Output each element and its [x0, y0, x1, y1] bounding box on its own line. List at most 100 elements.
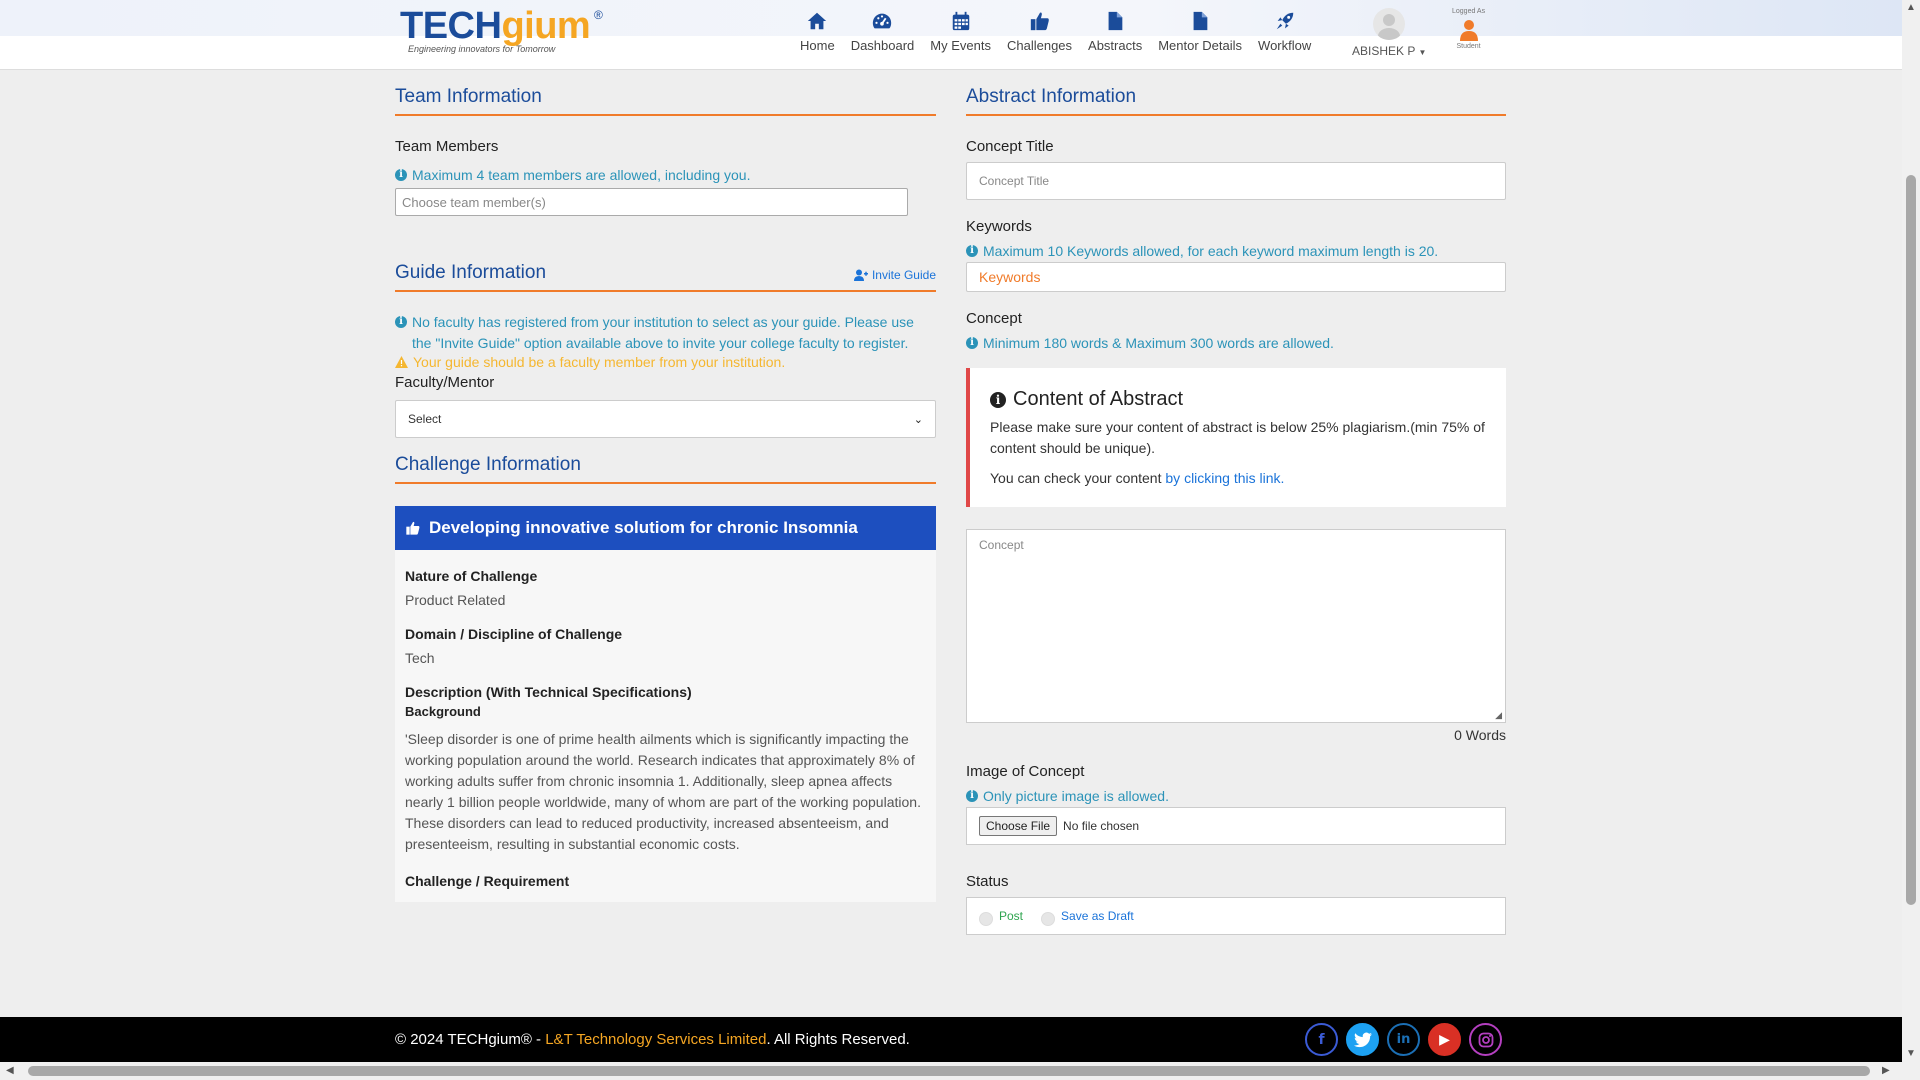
info-icon: i [966, 245, 978, 257]
check-content-text: You can check your content [990, 470, 1166, 486]
background-label: Background [405, 704, 481, 719]
nav-my-events-label: My Events [930, 38, 991, 53]
nav-challenges-label: Challenges [1006, 38, 1073, 53]
nature-of-challenge-value: Product Related [405, 592, 506, 608]
scroll-left-icon[interactable]: ◀ [6, 1065, 14, 1076]
horizontal-scrollbar[interactable]: ◀ ▶ [0, 1062, 1920, 1080]
user-name: ABISHEK P ▼ [1352, 44, 1427, 58]
radio-circle[interactable] [1041, 912, 1056, 926]
team-members-info-text: Maximum 4 team members are allowed, incl… [412, 167, 751, 183]
techgium-logo[interactable]: TECHgium ® Engineering innovators for To… [400, 6, 610, 60]
image-info: i Only picture image is allowed. [966, 786, 1506, 807]
home-icon [808, 12, 827, 30]
calendar-icon [952, 11, 969, 31]
document-icon [1193, 11, 1208, 31]
social-links: f in ▶ [1305, 1023, 1502, 1056]
avatar [1373, 8, 1406, 40]
logo-registered-mark: ® [594, 8, 603, 22]
content-of-abstract-notice: i Content of Abstract Please make sure y… [966, 368, 1506, 507]
warning-icon [395, 356, 408, 368]
keywords-label: Keywords [966, 218, 1032, 235]
right-column: Abstract Information Concept Title Conce… [966, 86, 1506, 935]
image-info-text: Only picture image is allowed. [983, 788, 1169, 804]
nav-abstracts-label: Abstracts [1088, 38, 1143, 53]
guide-information-title: Guide Information Invite Guide [395, 262, 936, 292]
vertical-scrollbar[interactable]: ▲ ▼ [1902, 0, 1920, 1062]
choose-file-button[interactable]: Choose File [979, 816, 1058, 836]
nav-dashboard[interactable]: Dashboard [843, 10, 923, 62]
role-label: Student [1456, 43, 1481, 50]
concept-label: Concept [966, 310, 1022, 327]
challenge-information-title: Challenge Information [395, 454, 936, 484]
concept-title-label: Concept Title [966, 138, 1054, 155]
nav-workflow[interactable]: Workflow [1250, 10, 1319, 62]
dashboard-icon [873, 13, 892, 29]
thumbs-up-icon [406, 521, 420, 535]
rocket-icon [1276, 12, 1293, 30]
rights-text: . All Rights Reserved. [766, 1031, 910, 1048]
info-icon: i [395, 316, 407, 328]
faculty-mentor-select[interactable]: Select ⌄ [395, 400, 936, 438]
status-options: Post Save as Draft [966, 897, 1506, 935]
word-count: 0 Words [1454, 727, 1506, 743]
content-of-abstract-heading: i Content of Abstract [990, 388, 1486, 411]
twitter-icon[interactable] [1346, 1023, 1379, 1056]
nav-challenges[interactable]: Challenges [999, 10, 1080, 62]
radio-circle[interactable] [979, 912, 993, 926]
keywords-input[interactable]: Keywords [966, 262, 1506, 292]
domain-label: Domain / Discipline of Challenge [405, 626, 623, 642]
guide-info-text: No faculty has registered from your inst… [412, 314, 914, 351]
nav-home[interactable]: Home [792, 10, 843, 62]
no-file-chosen-text: No file chosen [1063, 819, 1140, 833]
status-draft-radio[interactable]: Save as Draft [1041, 906, 1134, 926]
image-file-input[interactable]: Choose File No file chosen [966, 807, 1506, 845]
footer-copyright: © 2024 TECHgium® - L&T Technology Servic… [395, 1031, 910, 1048]
abstract-information-title: Abstract Information [966, 86, 1506, 116]
instagram-icon[interactable] [1469, 1023, 1502, 1056]
domain-value: Tech [405, 650, 435, 666]
faculty-mentor-value: Select [408, 412, 442, 426]
concept-placeholder: Concept [979, 538, 1024, 552]
logged-as-indicator: Logged As Student [1452, 8, 1485, 50]
info-icon: i [990, 391, 1006, 408]
info-icon: i [966, 790, 978, 802]
challenge-header: Developing innovative solutiom for chron… [395, 506, 936, 550]
document-icon [1108, 11, 1123, 31]
team-members-input[interactable]: Choose team member(s) [395, 188, 908, 216]
logo-wordmark: TECHgium [400, 5, 591, 47]
facebook-icon[interactable]: f [1305, 1023, 1338, 1056]
plagiarism-check-link[interactable]: by clicking this link. [1165, 470, 1284, 486]
challenge-name: Developing innovative solutiom for chron… [429, 518, 858, 537]
concept-title-input[interactable]: Concept Title [966, 162, 1506, 200]
nav-abstracts[interactable]: Abstracts [1080, 10, 1150, 62]
info-icon: i [395, 169, 407, 181]
scroll-right-icon[interactable]: ▶ [1882, 1065, 1890, 1076]
linkedin-icon[interactable]: in [1387, 1023, 1420, 1056]
background-text: 'Sleep disorder is one of prime health a… [405, 731, 921, 852]
guide-warning-text: Your guide should be a faculty member fr… [413, 354, 786, 370]
nav-my-events[interactable]: My Events [922, 10, 999, 62]
caret-down-icon: ▼ [1418, 48, 1427, 57]
faculty-mentor-label: Faculty/Mentor [395, 374, 495, 391]
image-of-concept-label: Image of Concept [966, 763, 1085, 780]
horizontal-scroll-thumb[interactable] [28, 1066, 1870, 1076]
invite-guide-link[interactable]: Invite Guide [853, 268, 936, 282]
concept-textarea[interactable]: Concept ◢ [966, 529, 1506, 723]
concept-info: i Minimum 180 words & Maximum 300 words … [966, 333, 1506, 354]
status-draft-label: Save as Draft [1061, 909, 1134, 923]
company-link[interactable]: L&T Technology Services Limited [545, 1031, 766, 1048]
guide-info: i No faculty has registered from your in… [395, 312, 936, 354]
footer: © 2024 TECHgium® - L&T Technology Servic… [0, 1017, 1902, 1062]
scroll-down-icon[interactable]: ▼ [1906, 1048, 1916, 1059]
team-members-label: Team Members [395, 138, 499, 155]
youtube-icon[interactable]: ▶ [1428, 1023, 1461, 1056]
challenge-details: Nature of Challenge Product Related Doma… [395, 550, 936, 902]
guide-warning: Your guide should be a faculty member fr… [395, 354, 936, 370]
copyright-text: © 2024 TECHgium® - [395, 1031, 546, 1048]
status-post-radio[interactable]: Post [979, 906, 1023, 926]
scroll-up-icon[interactable]: ▲ [1906, 2, 1916, 13]
vertical-scroll-thumb[interactable] [1906, 175, 1916, 905]
nav-mentor-details[interactable]: Mentor Details [1150, 10, 1250, 62]
user-menu[interactable]: ABISHEK P ▼ [1352, 8, 1426, 58]
resize-handle-icon[interactable]: ◢ [1495, 710, 1502, 721]
